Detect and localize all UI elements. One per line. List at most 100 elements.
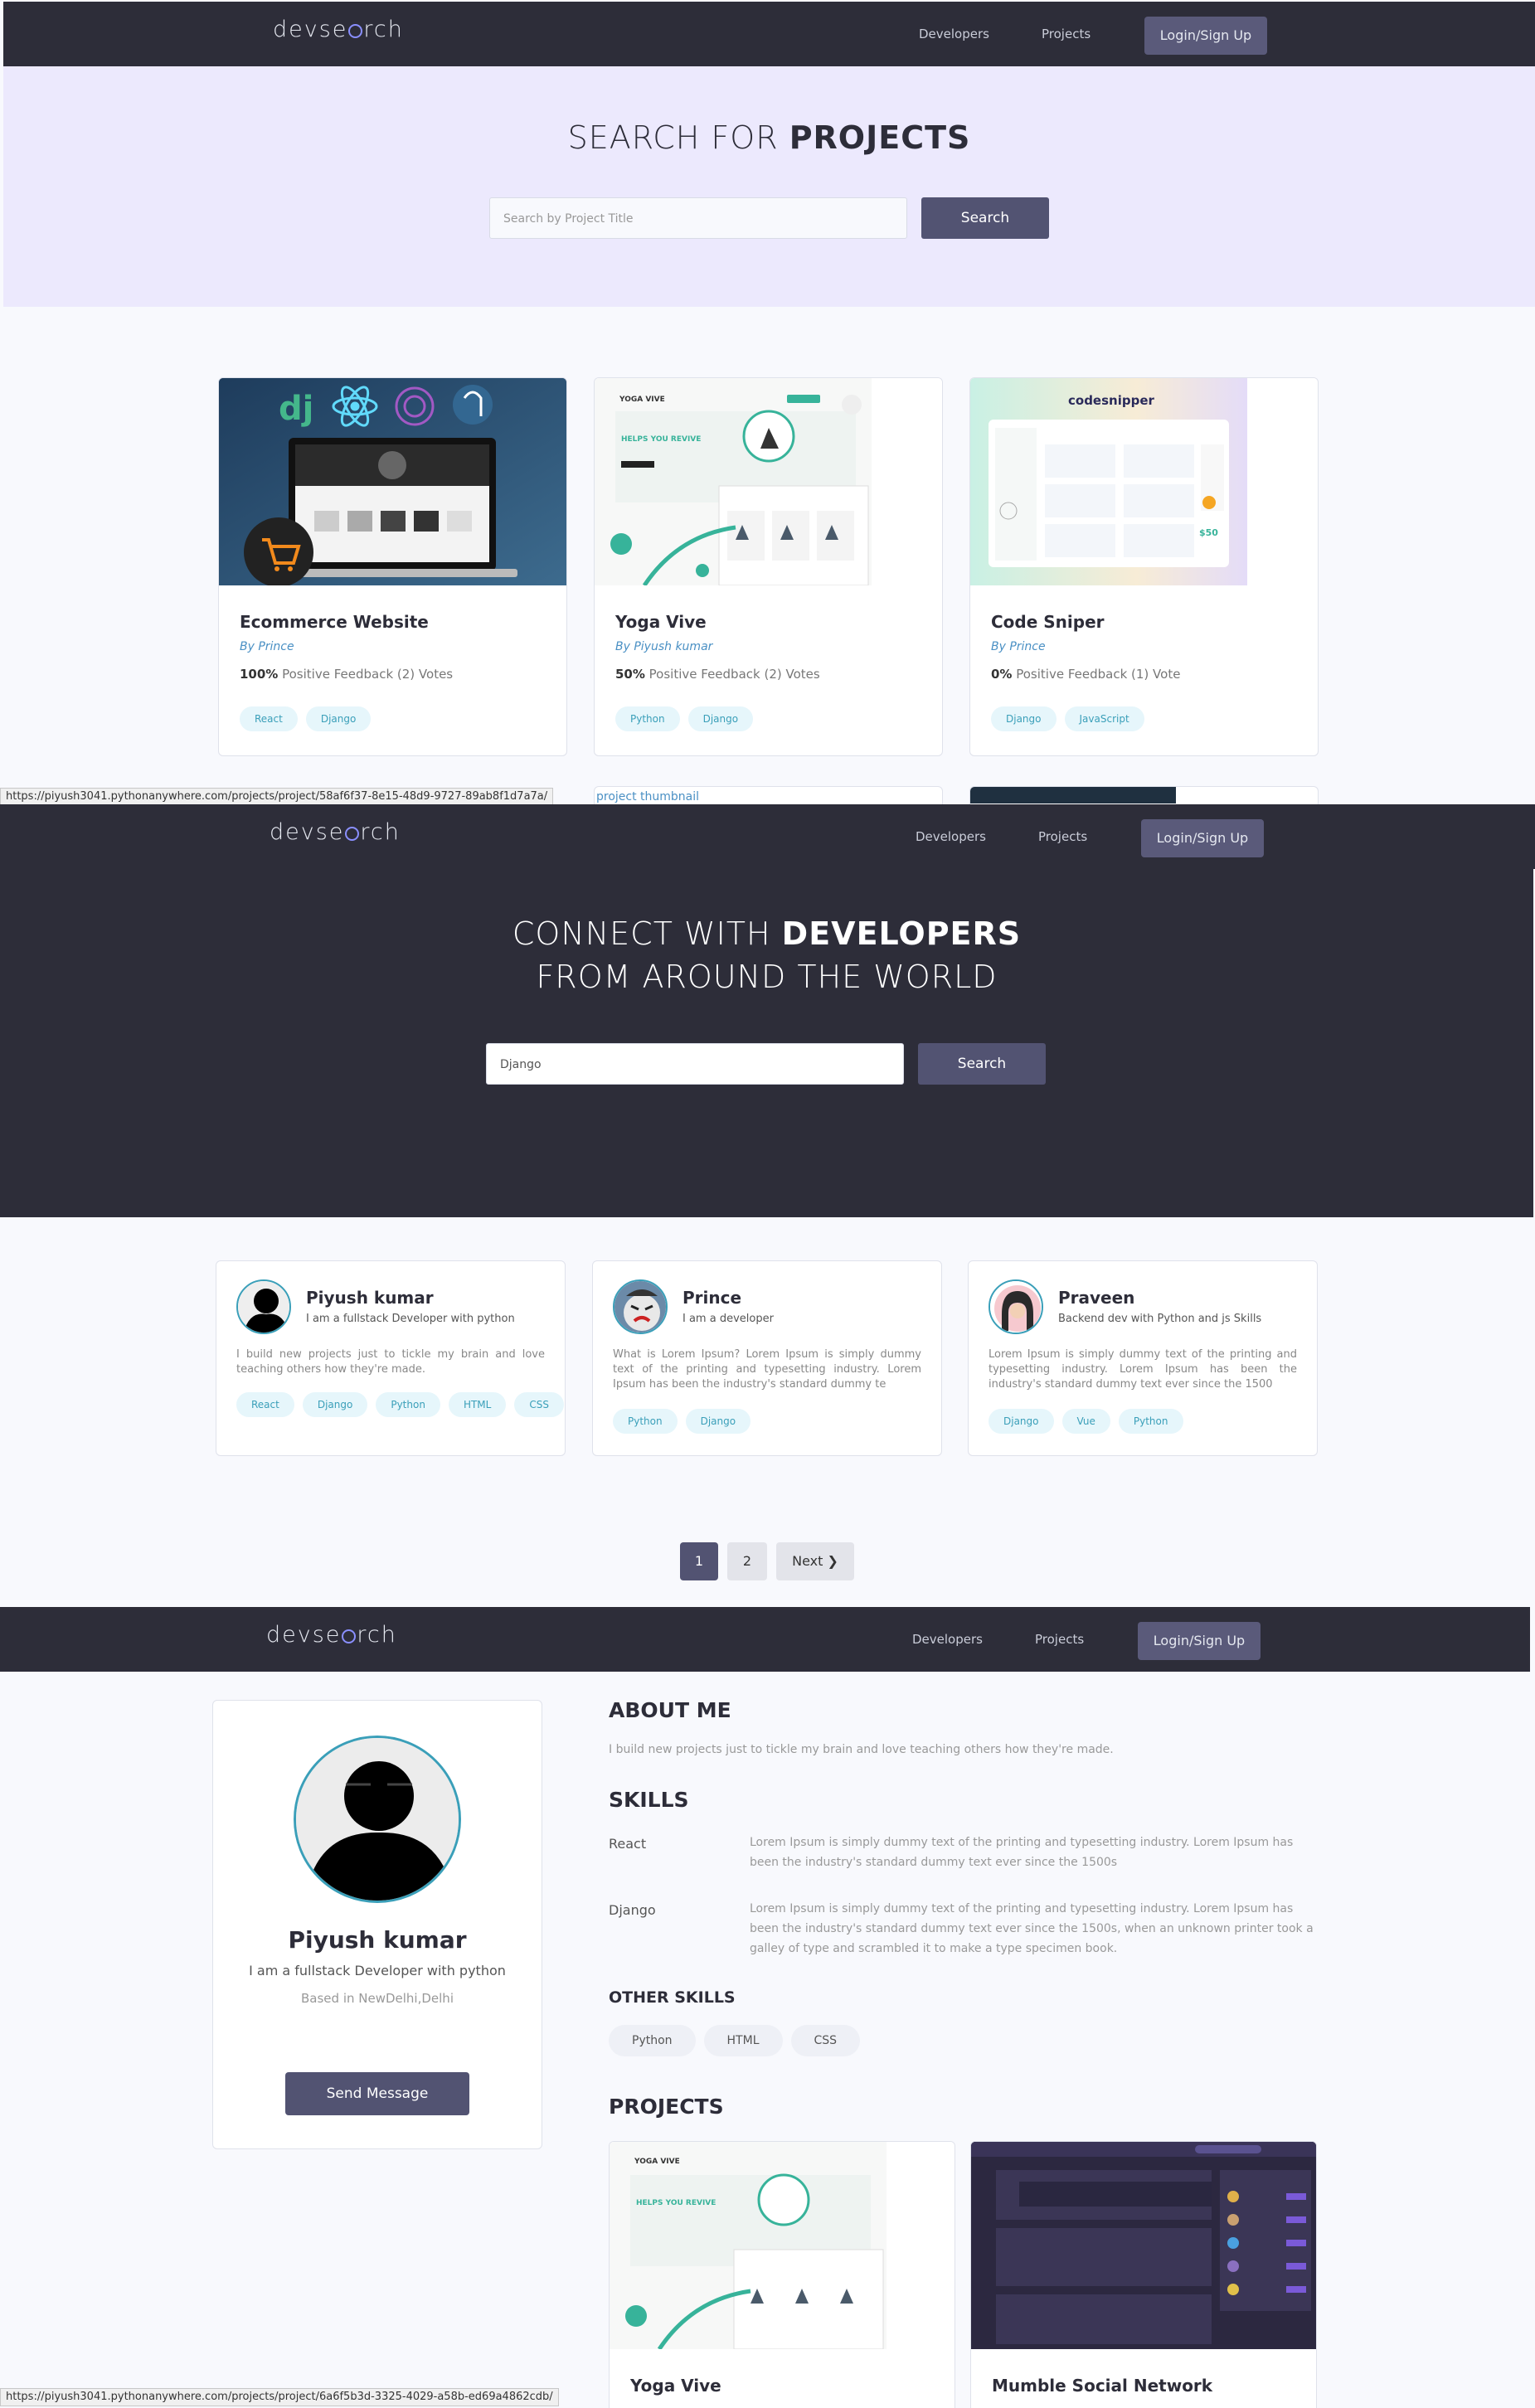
developer-card[interactable]: Prince I am a developer What is Lorem Ip… (592, 1260, 942, 1456)
login-signup-button[interactable]: Login/Sign Up (1138, 1622, 1261, 1660)
developer-card[interactable]: Piyush kumar I am a fullstack Developer … (216, 1260, 566, 1456)
nav-projects-link[interactable]: Projects (1035, 1632, 1084, 1647)
projects-page-screenshot: devse rch Developers Projects Login/Sign … (0, 0, 1535, 804)
tag: React (240, 706, 298, 731)
tag: React (236, 1392, 294, 1417)
project-author[interactable]: By Piyush kumar (615, 640, 712, 653)
project-thumbnail: codesnipper $50 (970, 378, 1318, 585)
page-title: SEARCH FOR PROJECTS (567, 119, 971, 156)
tag: HTML (448, 1392, 507, 1417)
developer-card[interactable]: Praveen Backend dev with Python and js S… (968, 1260, 1318, 1456)
project-card[interactable]: Mumble Social Network (970, 2141, 1317, 2408)
project-title[interactable]: Yoga Vive (630, 2376, 721, 2396)
project-card[interactable]: project thumbnail (594, 786, 943, 804)
nav-projects-link[interactable]: Projects (1042, 27, 1091, 41)
project-title[interactable]: Ecommerce Website (240, 612, 429, 632)
login-signup-button[interactable]: Login/Sign Up (1144, 17, 1267, 55)
search-button[interactable]: Search (918, 1043, 1046, 1085)
nav-projects-link[interactable]: Projects (1038, 829, 1087, 844)
navbar: devse rch Developers Projects Login/Sign … (0, 1607, 1530, 1672)
developer-bio: What is Lorem Ipsum? Lorem Ipsum is simp… (613, 1348, 921, 1391)
illustrated-avatar (990, 1281, 1042, 1333)
skill-name: React (609, 1836, 647, 1852)
developers-page-screenshot: devse rch Developers Projects Login/Sign … (0, 804, 1535, 1607)
avatar (613, 1279, 668, 1334)
project-search-input[interactable]: Search by Project Title (489, 197, 907, 239)
login-signup-button[interactable]: Login/Sign Up (1141, 819, 1264, 857)
project-title[interactable]: Code Sniper (991, 612, 1105, 632)
tag: Django (305, 706, 372, 731)
navbar: devse rch Developers Projects Login/Sign … (0, 804, 1535, 869)
brand-logo[interactable]: devse rch (266, 1622, 397, 1648)
tag: Django (991, 706, 1057, 731)
project-card[interactable] (969, 786, 1319, 804)
page-1-button[interactable]: 1 (680, 1542, 718, 1580)
skill-description: Lorem Ipsum is simply dummy text of the … (750, 1836, 1294, 1869)
svg-text:YOGA VIVE: YOGA VIVE (634, 2158, 680, 2166)
other-skills-tags: Python HTML CSS (609, 2025, 868, 2056)
profile-card: Piyush kumar I am a fullstack Developer … (212, 1700, 542, 2149)
silhouette-avatar (296, 1738, 459, 1901)
nav-developers-link[interactable]: Developers (912, 1632, 983, 1647)
project-thumbnail: YOGA VIVE HELPS YOU REVIVE (610, 2142, 955, 2349)
brand-logo[interactable]: devse rch (273, 17, 404, 42)
silhouette-avatar (238, 1281, 289, 1333)
search-button[interactable]: Search (921, 197, 1049, 239)
project-card[interactable]: dj Ecommerce Website By Prince 100% Posi… (218, 377, 567, 756)
project-thumbnail-alt-text: project thumbnail (596, 790, 700, 803)
brand-text: devse (273, 17, 348, 42)
project-card[interactable]: YOGA VIVE HELPS YOU REVIVE Yoga Vive (609, 2141, 955, 2408)
developer-tagline: I am a developer (682, 1313, 774, 1325)
developer-name[interactable]: Piyush kumar (306, 1288, 434, 1308)
magnifier-icon (348, 24, 363, 38)
angry-face-avatar (614, 1281, 666, 1333)
tag: Django (989, 1409, 1054, 1434)
developer-search-input[interactable]: Django (486, 1043, 904, 1085)
about-heading: ABOUT ME (609, 1698, 731, 1722)
project-card[interactable]: codesnipper $50 Code Sniper By Prince 0%… (969, 377, 1319, 756)
project-tags: Python Django (615, 706, 761, 731)
next-page-button[interactable]: Next ❯ (776, 1542, 854, 1580)
svg-text:HELPS YOU REVIVE: HELPS YOU REVIVE (636, 2199, 716, 2207)
other-skills-heading: OTHER SKILLS (609, 1988, 736, 2007)
developer-tagline: I am a fullstack Developer with python (306, 1313, 515, 1325)
page-2-button[interactable]: 2 (727, 1542, 767, 1580)
svg-text:codesnipper: codesnipper (1068, 393, 1155, 408)
svg-text:HELPS YOU REVIVE: HELPS YOU REVIVE (621, 435, 701, 444)
send-message-button[interactable]: Send Message (285, 2072, 469, 2115)
yoga-thumbnail-art: YOGA VIVE HELPS YOU REVIVE (610, 2142, 887, 2349)
project-author[interactable]: By Prince (991, 640, 1046, 653)
tag: Vue (1061, 1409, 1110, 1434)
profile-avatar (294, 1736, 461, 1903)
developer-name[interactable]: Prince (682, 1288, 741, 1308)
project-title[interactable]: Mumble Social Network (992, 2376, 1212, 2396)
svg-text:YOGA VIVE: YOGA VIVE (619, 396, 665, 404)
project-card[interactable]: YOGA VIVE HELPS YOU REVIVE Yoga Vive By … (594, 377, 943, 756)
developer-skills: React Django Python HTML CSS (236, 1392, 572, 1417)
tag: Django (685, 1409, 751, 1434)
tag: JavaScript (1064, 706, 1144, 731)
tag: Python (376, 1392, 440, 1417)
profile-tagline: I am a fullstack Developer with python (249, 1963, 506, 1978)
page-title: CONNECT WITH DEVELOPERS (512, 915, 1022, 952)
project-thumbnail: YOGA VIVE HELPS YOU REVIVE (595, 378, 942, 585)
tag: CSS (514, 1392, 564, 1417)
developer-skills: Python Django (613, 1409, 759, 1434)
project-tags: Django JavaScript (991, 706, 1153, 731)
brand-logo[interactable]: devse rch (270, 819, 401, 845)
nav-developers-link[interactable]: Developers (919, 27, 989, 41)
svg-text:dj: dj (279, 390, 313, 428)
tag: CSS (790, 2025, 861, 2056)
mumble-thumbnail-art (971, 2142, 1316, 2349)
about-text: I build new projects just to tickle my b… (609, 1743, 1114, 1756)
developer-name[interactable]: Praveen (1058, 1288, 1134, 1308)
profile-location: Based in NewDelhi,Delhi (301, 1991, 454, 2006)
project-author[interactable]: By Prince (240, 640, 294, 653)
svg-text:$50: $50 (1199, 527, 1218, 538)
ecommerce-thumbnail-art: dj (219, 378, 566, 585)
magnifier-icon (342, 1629, 357, 1643)
nav-developers-link[interactable]: Developers (916, 829, 986, 844)
developers-hero: CONNECT WITH DEVELOPERS FROM AROUND THE … (0, 869, 1533, 1217)
project-title[interactable]: Yoga Vive (615, 612, 707, 632)
status-bar-url: https://piyush3041.pythonanywhere.com/pr… (0, 788, 554, 804)
